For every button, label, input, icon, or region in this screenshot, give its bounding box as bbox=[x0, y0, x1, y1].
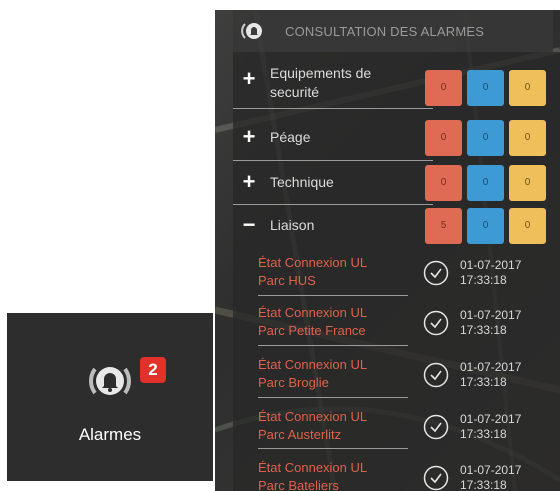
separator bbox=[258, 295, 408, 296]
category-name: Equipements de securité bbox=[270, 65, 372, 100]
acknowledge-check-icon[interactable] bbox=[423, 414, 449, 440]
alarm-timestamp: 01-07-2017 17:33:18 bbox=[460, 412, 522, 441]
acknowledge-check-icon[interactable] bbox=[423, 362, 449, 388]
acknowledge-check-icon[interactable] bbox=[423, 310, 449, 336]
count-red: 5 bbox=[425, 208, 462, 244]
category-row-peage[interactable]: + Péage 0 0 0 bbox=[233, 116, 560, 162]
alarm-label: État Connexion UL Parc Broglie bbox=[258, 357, 368, 390]
count-blue: 0 bbox=[467, 208, 504, 244]
count-blue: 0 bbox=[467, 120, 504, 156]
alarm-item-bateliers[interactable]: État Connexion UL Parc Bateliers 01-07-20… bbox=[233, 455, 560, 491]
alarms-panel: CONSULTATION DES ALARMES + Equipements d… bbox=[215, 10, 560, 491]
alarm-label: État Connexion UL Parc HUS bbox=[258, 255, 368, 288]
category-name: Technique bbox=[270, 174, 334, 190]
alarm-list: + Equipements de securité 0 0 0 + Péage … bbox=[233, 52, 560, 491]
expand-icon[interactable]: + bbox=[239, 171, 259, 193]
count-red: 0 bbox=[425, 70, 462, 106]
separator bbox=[258, 397, 408, 398]
separator bbox=[258, 448, 408, 449]
count-yellow: 0 bbox=[509, 70, 546, 106]
count-blue: 0 bbox=[467, 165, 504, 201]
acknowledge-check-icon[interactable] bbox=[423, 260, 449, 286]
expand-icon[interactable]: + bbox=[239, 126, 259, 148]
expand-icon[interactable]: + bbox=[239, 68, 259, 90]
category-row-technique[interactable]: + Technique 0 0 0 bbox=[233, 161, 560, 207]
category-name: Péage bbox=[270, 129, 311, 145]
count-yellow: 0 bbox=[509, 208, 546, 244]
alarm-timestamp: 01-07-2017 17:33:18 bbox=[460, 463, 522, 491]
count-blue: 0 bbox=[467, 70, 504, 106]
category-name: Liaison bbox=[270, 217, 315, 233]
alarm-label: État Connexion UL Parc Austerlitz bbox=[258, 409, 368, 442]
alarm-label: État Connexion UL Parc Bateliers bbox=[258, 460, 368, 491]
alarm-timestamp: 01-07-2017 17:33:18 bbox=[460, 258, 522, 287]
alarm-timestamp: 01-07-2017 17:33:18 bbox=[460, 360, 522, 389]
acknowledge-check-icon[interactable] bbox=[423, 465, 449, 491]
alarm-item-petite-france[interactable]: État Connexion UL Parc Petite France 01-0… bbox=[233, 300, 560, 350]
separator bbox=[258, 345, 408, 346]
count-yellow: 0 bbox=[509, 165, 546, 201]
alarm-item-austerlitz[interactable]: État Connexion UL Parc Austerlitz 01-07-2… bbox=[233, 404, 560, 454]
bell-icon bbox=[89, 367, 131, 395]
category-row-equipements[interactable]: + Equipements de securité 0 0 0 bbox=[233, 58, 560, 106]
panel-title: CONSULTATION DES ALARMES bbox=[285, 24, 485, 39]
alarms-tile[interactable]: 2 Alarmes bbox=[7, 313, 213, 481]
alarm-label: État Connexion UL Parc Petite France bbox=[258, 305, 368, 338]
separator bbox=[233, 108, 433, 109]
alarm-item-hus[interactable]: État Connexion UL Parc HUS 01-07-2017 17:3… bbox=[233, 250, 560, 300]
count-red: 0 bbox=[425, 120, 462, 156]
collapse-icon[interactable]: − bbox=[239, 214, 259, 236]
alarm-count-badge: 2 bbox=[140, 357, 166, 383]
panel-header: CONSULTATION DES ALARMES bbox=[233, 10, 553, 52]
alarm-item-broglie[interactable]: État Connexion UL Parc Broglie 01-07-2017… bbox=[233, 352, 560, 402]
alarm-timestamp: 01-07-2017 17:33:18 bbox=[460, 308, 522, 337]
count-yellow: 0 bbox=[509, 120, 546, 156]
bell-icon bbox=[241, 23, 262, 39]
category-row-liaison[interactable]: − Liaison 5 0 0 bbox=[233, 204, 560, 250]
count-red: 0 bbox=[425, 165, 462, 201]
alarms-label: Alarmes bbox=[78, 425, 142, 444]
